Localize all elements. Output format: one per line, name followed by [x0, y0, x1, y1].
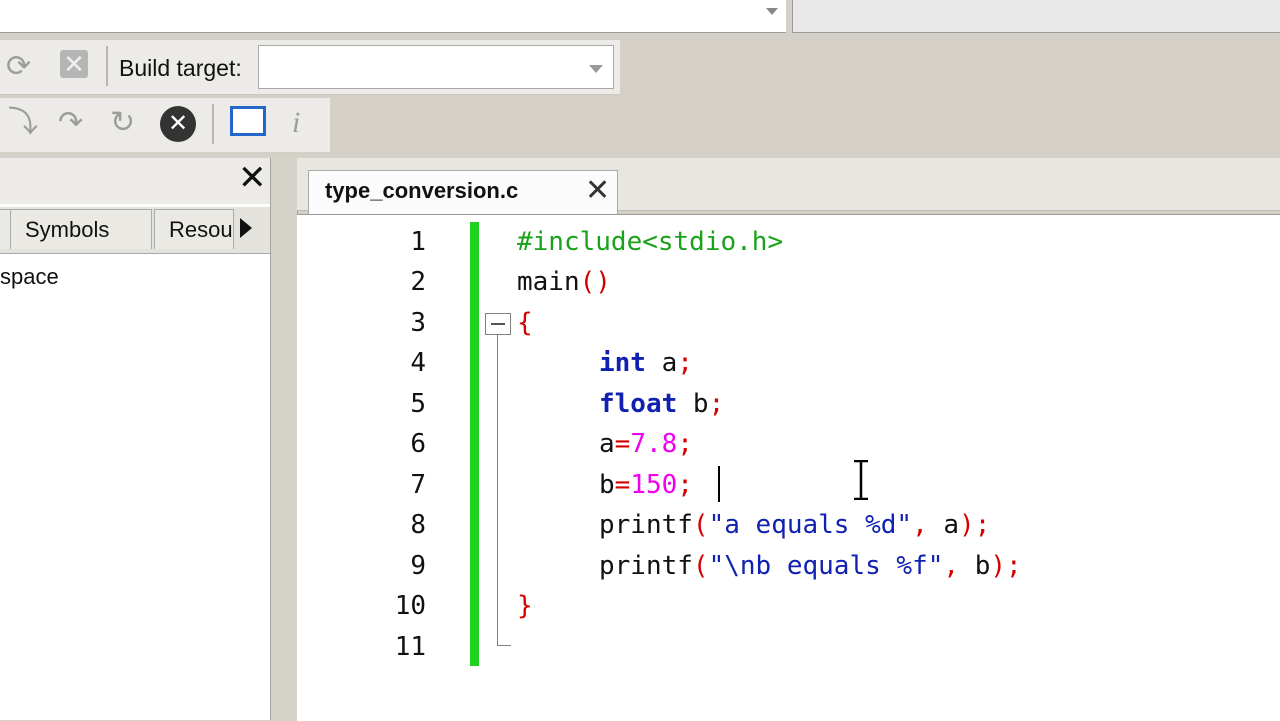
text-caret	[718, 466, 720, 502]
parentheses: ()	[579, 267, 611, 297]
close-paren: )	[959, 510, 975, 540]
semicolon: ;	[708, 389, 725, 419]
rebuild-icon[interactable]: ⟳	[6, 52, 31, 82]
build-target-label: Build target:	[119, 55, 242, 81]
identifier: a	[599, 429, 615, 459]
next-instruction-icon[interactable]: ↻	[110, 108, 135, 138]
build-target-select[interactable]	[258, 45, 614, 89]
preprocessor-directive: #include<stdio.h>	[517, 227, 784, 257]
code-line[interactable]: int a;	[599, 348, 693, 378]
change-bar	[470, 222, 479, 666]
equals: =	[614, 429, 631, 459]
semicolon: ;	[974, 510, 991, 540]
step-out-icon[interactable]: ↷	[58, 108, 83, 138]
semicolon: ;	[677, 470, 693, 500]
line-number: 4	[410, 348, 426, 378]
top-combo-box[interactable]	[0, 0, 786, 33]
close-panel-icon[interactable]: ✕	[238, 158, 267, 198]
step-into-icon[interactable]: ⤵	[8, 108, 38, 138]
line-number: 11	[394, 632, 426, 662]
line-number: 10	[394, 591, 426, 621]
identifier: b	[599, 470, 615, 500]
code-line[interactable]: float b;	[599, 389, 724, 419]
close-brace: }	[517, 591, 533, 621]
line-number: 9	[410, 551, 426, 581]
open-brace: {	[517, 308, 533, 338]
panel-splitter[interactable]	[270, 158, 298, 720]
code-line[interactable]: {	[517, 308, 533, 338]
line-number: 2	[410, 267, 426, 297]
tab-symbols[interactable]: Symbols	[10, 209, 152, 249]
chevron-down-icon[interactable]	[589, 65, 603, 73]
code-line[interactable]: main()	[517, 267, 611, 297]
debug-windows-icon[interactable]	[230, 106, 266, 136]
function-name: main	[517, 267, 580, 297]
function-name: printf	[599, 551, 693, 581]
comma: ,	[943, 551, 975, 581]
toolbar-debug: ⤵ ↷ ↻ ✕ i	[0, 98, 330, 152]
fold-line	[497, 335, 498, 645]
number-literal: 7.8	[630, 429, 678, 459]
management-panel-header	[0, 158, 270, 204]
string-literal: "a equals %d"	[708, 510, 913, 540]
equals: =	[614, 470, 631, 500]
code-line[interactable]: printf("a equals %d", a);	[599, 510, 990, 540]
semicolon: ;	[677, 429, 693, 459]
number-literal: 150	[630, 470, 678, 500]
identifier: a	[943, 510, 960, 540]
fold-end	[497, 645, 511, 646]
info-icon[interactable]: i	[292, 108, 300, 138]
tab-scroll-right-icon[interactable]	[240, 218, 252, 238]
function-name: printf	[599, 510, 693, 540]
semicolon: ;	[1006, 551, 1022, 581]
fold-toggle-icon[interactable]	[485, 313, 511, 335]
line-number: 7	[410, 470, 426, 500]
toolbar-separator	[106, 46, 108, 86]
keyword: float	[599, 389, 678, 419]
tab-resources[interactable]: Resou	[154, 209, 234, 249]
line-number: 5	[410, 389, 426, 419]
open-paren: (	[692, 551, 709, 581]
identifier: b	[974, 551, 991, 581]
toolbar-separator	[212, 104, 214, 144]
top-right-panel	[792, 0, 1280, 33]
code-line[interactable]: }	[517, 591, 533, 621]
keyword: int	[599, 348, 646, 378]
line-number: 6	[410, 429, 426, 459]
comma: ,	[912, 510, 944, 540]
management-tabs: Symbols Resou	[0, 207, 270, 254]
line-number: 3	[410, 308, 426, 338]
close-tab-icon[interactable]: ✕	[585, 176, 610, 206]
close-paren: )	[990, 551, 1007, 581]
code-line[interactable]: b=150;	[599, 470, 693, 500]
line-number: 8	[410, 510, 426, 540]
line-number: 1	[410, 227, 426, 257]
abort-icon[interactable]: ✕	[60, 50, 88, 78]
stop-debugger-icon[interactable]: ✕	[160, 106, 196, 142]
string-literal: "\nb equals %f"	[708, 551, 944, 581]
tab-label: Resou	[169, 217, 233, 242]
code-line[interactable]: a=7.8;	[599, 429, 693, 459]
editor-tab-title[interactable]: type_conversion.c	[325, 178, 518, 204]
identifier: a	[645, 348, 678, 378]
dropdown-arrow-icon[interactable]	[766, 8, 778, 15]
workspace-tree-item[interactable]: space	[0, 264, 59, 290]
identifier: b	[677, 389, 709, 419]
code-line[interactable]: printf("\nb equals %f", b);	[599, 551, 1022, 581]
code-line[interactable]: #include<stdio.h>	[517, 227, 783, 257]
tab-label: Symbols	[25, 217, 110, 242]
open-paren: (	[692, 510, 709, 540]
ibeam-cursor-icon	[854, 460, 868, 500]
semicolon: ;	[677, 348, 693, 378]
